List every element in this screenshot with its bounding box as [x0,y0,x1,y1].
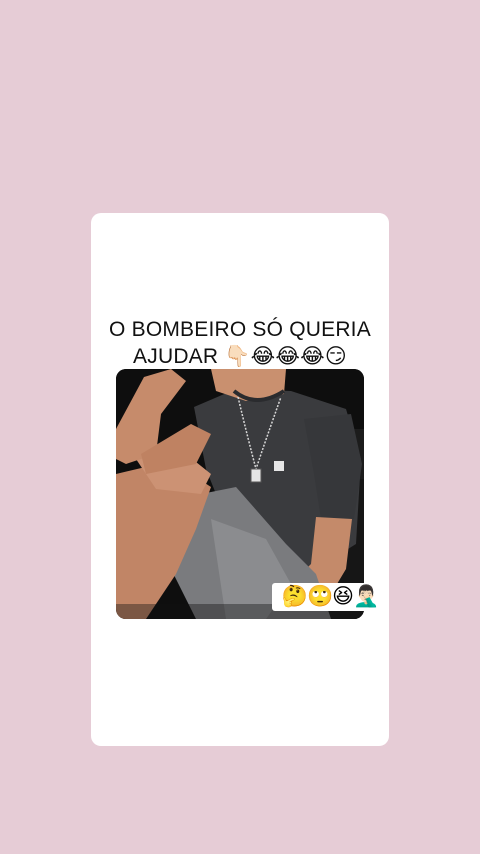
video-thumbnail[interactable] [116,369,364,619]
caption-line-1: O BOMBEIRO SÓ QUERIA [109,318,371,341]
post-caption: O BOMBEIRO SÓ QUERIA AJUDAR 👇🏻😂😂😂😏 [91,316,389,370]
person-sitting-illustration [116,369,364,619]
screen: { "post": { "caption_line1": "O BOMBEIRO… [0,0,480,854]
caption-line-2: AJUDAR 👇🏻😂😂😂😏 [133,345,347,368]
emoji-sticker: 🤔🙄😆🤦🏻‍♂️ [272,583,388,611]
story-card: O BOMBEIRO SÓ QUERIA AJUDAR 👇🏻😂😂😂😏 🤔🙄😆🤦🏻… [91,213,389,746]
